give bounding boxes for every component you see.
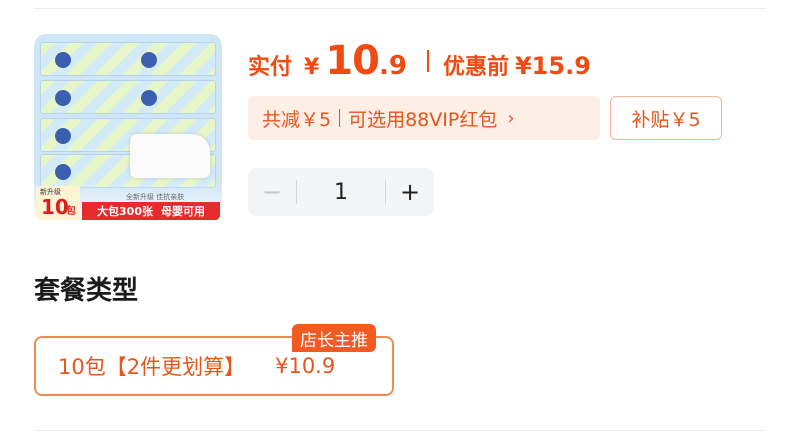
brand-logo-icon	[141, 52, 157, 68]
decrement-button[interactable]: −	[248, 168, 296, 216]
bottom-divider	[34, 430, 766, 431]
subsidy-text: 补贴￥5	[631, 108, 701, 131]
discount-redpacket-chip[interactable]: 共减￥5 可选用88VIP红包 ›	[248, 96, 600, 140]
original-price-label: 优惠前	[442, 55, 509, 80]
upgrade-text: 全新升级 佳抗亲肤	[126, 193, 185, 201]
brand-logo-icon	[55, 164, 71, 180]
package-option-price: ¥10.9	[275, 354, 336, 378]
subsidy-chip[interactable]: 补贴￥5	[610, 96, 722, 140]
banner-left-text: 大包300张	[97, 205, 153, 218]
recommended-tag: 店长主推	[292, 324, 376, 352]
price-row: 实付 ¥ 10 .9 优惠前 ¥15.9	[248, 38, 591, 84]
brand-logo-icon	[55, 52, 71, 68]
product-image[interactable]: 新升级 10 包 全新升级 佳抗亲肤 大包300张 母婴可用	[34, 34, 222, 222]
top-divider	[34, 8, 766, 9]
tissue-sheet	[130, 134, 210, 178]
package-option-label: 10包【2件更划算】	[58, 355, 246, 379]
quantity-value[interactable]: 1	[297, 180, 385, 205]
redpacket-text: 可选用88VIP红包	[348, 108, 498, 131]
pack-count-badge: 新升级 10 包	[36, 186, 80, 220]
price-divider	[426, 50, 429, 72]
tissue-pack	[40, 42, 216, 76]
image-red-banner: 大包300张 母婴可用	[82, 202, 220, 220]
brand-logo-icon	[55, 90, 71, 106]
banner-right-text: 母婴可用	[160, 205, 205, 218]
discount-text: 共减￥5	[262, 108, 332, 131]
increment-button[interactable]: +	[386, 168, 434, 216]
brand-logo-icon	[141, 90, 157, 106]
tissue-pack	[40, 80, 216, 114]
chevron-right-icon: ›	[507, 107, 515, 129]
price-currency: ¥	[304, 55, 320, 80]
chip-divider	[339, 109, 341, 127]
original-price: ¥15.9	[514, 52, 591, 80]
brand-logo-icon	[55, 128, 71, 144]
count-number: 10	[41, 195, 69, 219]
count-unit: 包	[66, 206, 76, 217]
final-price-label: 实付	[248, 55, 293, 80]
package-type-title: 套餐类型	[34, 276, 139, 306]
quantity-stepper: − 1 +	[248, 168, 434, 216]
price-integer: 10	[325, 38, 380, 84]
price-decimal: .9	[379, 51, 407, 81]
